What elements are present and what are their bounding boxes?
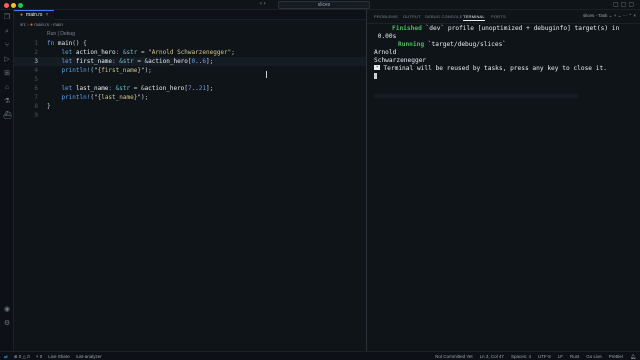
status-encoding[interactable]: UTF-8: [538, 354, 551, 360]
code-text: let first_name: &str = &action_hero[0..6…: [47, 58, 214, 65]
line-number: 2: [34, 49, 38, 56]
terminal-line: * Terminal will be reused by tasks, press…: [374, 65, 607, 72]
rust-file-icon: ●: [20, 12, 24, 18]
code-line[interactable]: 3 let first_name: &str = &action_hero[0.…: [14, 57, 366, 66]
testing-icon[interactable]: ⚗: [3, 98, 11, 106]
status-eol[interactable]: LF: [558, 354, 563, 360]
code-line[interactable]: 8}: [14, 102, 366, 111]
terminal-divider: [374, 94, 578, 98]
code-editor[interactable]: 1 fn main() {2 let action_hero: &str = "A…: [14, 39, 366, 120]
code-line[interactable]: 5: [14, 75, 366, 84]
breadcrumb-item[interactable]: main.rs: [34, 22, 49, 27]
terminal-line: Arnold: [374, 49, 397, 56]
tab-terminal[interactable]: TERMINAL: [463, 14, 485, 21]
line-number: 3: [34, 58, 38, 65]
editor-tabs: ● main.rs ×: [14, 10, 366, 20]
source-control-icon[interactable]: ⑂: [3, 42, 11, 50]
terminal-output[interactable]: Finished `dev` profile [unoptimized + de…: [374, 25, 638, 81]
activity-bar: ❐ ⌕ ⑂ ▷ ⊞ ⌂ ⚗ ⛴ ◉ ⚙: [0, 10, 14, 351]
code-line[interactable]: 1 fn main() {: [14, 39, 366, 48]
status-bar-right: Not Committed Yet Ln 3, Col 47 Spaces: 4…: [435, 354, 636, 360]
tab-problems[interactable]: PROBLEMS: [374, 14, 398, 19]
run-debug-icon[interactable]: ▷: [3, 56, 11, 64]
breadcrumb-item[interactable]: src: [20, 22, 26, 27]
status-blame[interactable]: Not Committed Yet: [435, 354, 473, 360]
extensions-icon[interactable]: ⊞: [3, 70, 11, 78]
code-line[interactable]: 4 println!("{first_name}");: [14, 66, 366, 75]
line-number: 1: [34, 40, 38, 47]
settings-icon[interactable]: ⚙: [3, 320, 11, 328]
terminal-badge: *: [374, 65, 381, 70]
terminal-line: Schwarzenegger: [374, 57, 427, 64]
status-cursor-position[interactable]: Ln 3, Col 47: [480, 354, 504, 360]
status-go-live[interactable]: Go Live: [586, 354, 602, 360]
minimize-window-button[interactable]: [11, 3, 16, 8]
status-prettier[interactable]: Prettier: [609, 354, 624, 360]
code-text: }: [47, 103, 51, 110]
status-live-share[interactable]: Live Share: [48, 354, 70, 360]
code-text: let action_hero: &str = "Arnold Schwarze…: [47, 49, 235, 56]
tab-ports[interactable]: PORTS: [491, 14, 506, 19]
terminal-line: 0.00s: [374, 33, 397, 40]
line-number: 5: [34, 76, 38, 83]
line-number: 6: [34, 85, 38, 92]
breadcrumb: src › ● main.rs › main: [20, 22, 63, 28]
account-icon[interactable]: ◉: [3, 306, 11, 314]
editor-area: ● main.rs × src › ● main.rs › main Run |…: [14, 10, 366, 351]
status-problems[interactable]: ⊗ 0 △ 0: [14, 354, 30, 360]
code-text: fn main() {: [47, 40, 87, 47]
tab-main-rs[interactable]: ● main.rs ×: [14, 10, 55, 20]
codelens-run-debug[interactable]: Run | Debug: [47, 31, 75, 37]
window-title: slices: [317, 2, 331, 8]
command-center[interactable]: slices: [278, 1, 370, 9]
status-bar: ⇌ ⊗ 0 △ 0 ⑂ 0 Live Share rust-analyzer N…: [0, 351, 640, 360]
mouse-text-cursor: [266, 71, 267, 78]
terminal-line: Running `target/debug/slices`: [398, 41, 507, 48]
line-number: 8: [34, 103, 38, 110]
code-line[interactable]: 7 println!("{last_name}");: [14, 93, 366, 102]
layout-icons[interactable]: ▢▢▢: [613, 1, 636, 8]
line-number: 9: [34, 112, 38, 119]
search-icon[interactable]: ⌕: [3, 28, 11, 36]
tab-label: main.rs: [26, 12, 43, 18]
nav-arrows-icon[interactable]: ‹ ›: [260, 1, 266, 7]
maximize-window-button[interactable]: [18, 3, 23, 8]
code-line[interactable]: 2 let action_hero: &str = "Arnold Schwar…: [14, 48, 366, 57]
title-bar: ‹ › slices ▢▢▢: [0, 0, 640, 10]
close-window-button[interactable]: [4, 3, 9, 8]
status-bar-left: ⇌ ⊗ 0 △ 0 ⑂ 0 Live Share rust-analyzer: [4, 354, 102, 360]
tab-output[interactable]: OUTPUT: [403, 14, 421, 19]
code-text: println!("{last_name}");: [47, 94, 149, 101]
remote-indicator-icon[interactable]: ⇌: [4, 354, 8, 360]
notifications-icon[interactable]: 🔔︎: [630, 354, 636, 360]
code-line[interactable]: 6 let last_name: &str = &action_hero[7..…: [14, 84, 366, 93]
status-language[interactable]: Rust: [570, 354, 579, 360]
terminal-cursor: [374, 73, 377, 79]
line-number: 4: [34, 67, 38, 74]
panel-actions[interactable]: slices - Task ⌄ + ⌄ ⋯ ⌃ ×: [583, 13, 636, 19]
task-label[interactable]: slices - Task: [583, 13, 607, 18]
code-text: println!("{first_name}");: [47, 67, 152, 74]
remote-icon[interactable]: ⌂: [3, 84, 11, 92]
panel-tabs: PROBLEMS OUTPUT DEBUG CONSOLE TERMINAL P…: [367, 10, 640, 24]
status-ports[interactable]: ⑂ 0: [36, 354, 42, 360]
files-icon[interactable]: ❐: [3, 14, 11, 22]
tab-debug-console[interactable]: DEBUG CONSOLE: [425, 14, 463, 19]
line-number: 7: [34, 94, 38, 101]
breadcrumb-item[interactable]: main: [53, 22, 63, 27]
terminal-line: Finished `dev` profile [unoptimized + de…: [392, 25, 620, 32]
rust-file-icon: ●: [30, 22, 34, 28]
docker-icon[interactable]: ⛴: [3, 112, 12, 120]
terminal-prompt: [374, 73, 638, 81]
code-text: let last_name: &str = &action_hero[7..21…: [47, 85, 214, 92]
status-indentation[interactable]: Spaces: 4: [511, 354, 531, 360]
close-icon[interactable]: ×: [45, 11, 48, 20]
code-line[interactable]: 9: [14, 111, 366, 120]
terminal-panel: PROBLEMS OUTPUT DEBUG CONSOLE TERMINAL P…: [366, 10, 640, 351]
status-rust-analyzer[interactable]: rust-analyzer: [76, 354, 102, 360]
